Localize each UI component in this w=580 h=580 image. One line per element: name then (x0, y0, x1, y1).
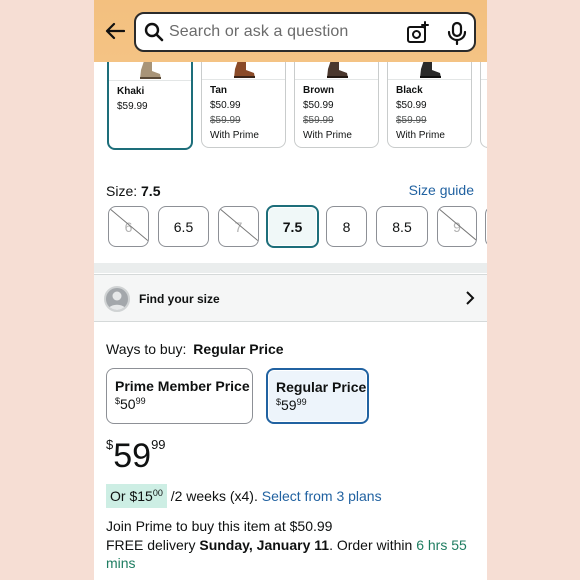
swatch-prime-note: With Prime (396, 130, 445, 141)
swatch-price: $50.99 (210, 100, 241, 111)
swatch-prime-note: With Prime (210, 130, 259, 141)
swatch-list-price: $59.99 (303, 115, 334, 126)
swatch-prime-note: With Prime (303, 130, 352, 141)
section-divider (94, 263, 487, 273)
find-your-size-label: Find your size (139, 292, 220, 306)
search-icon (144, 22, 164, 42)
find-your-size-row[interactable]: Find your size (94, 274, 487, 322)
option-title: Regular Price (276, 379, 367, 395)
boot-image (140, 61, 161, 79)
ways-selected-value: Regular Price (193, 341, 284, 357)
swatch-price: $50.99 (396, 100, 427, 111)
prime-member-price-option[interactable]: Prime Member Price $5099 (106, 368, 253, 424)
delivery-date: Sunday, January 11 (199, 537, 330, 553)
installment-suffix: /2 weeks (x4). (170, 488, 258, 504)
color-swatch-brown[interactable]: Brown $50.99 $59.99 With Prime (294, 50, 379, 148)
size-option-label: 6 (124, 218, 133, 235)
price-whole: 59 (113, 437, 152, 475)
size-selected-value: 7.5 (141, 183, 161, 199)
color-swatch-more[interactable] (480, 50, 487, 148)
price-fraction: 99 (151, 437, 166, 452)
installment-fraction: 00 (152, 488, 163, 498)
camera-icon[interactable] (406, 21, 430, 45)
size-label: Size: 7.5 (106, 183, 160, 199)
microphone-icon[interactable] (446, 21, 468, 45)
chevron-right-icon (466, 291, 475, 305)
option-price: $5099 (115, 396, 244, 412)
delivery-info: FREE delivery Sunday, January 11. Order … (106, 536, 478, 572)
swatch-name: Tan (210, 85, 228, 96)
installment-amount: Or $1500 (106, 484, 167, 508)
ways-label-text: Ways to buy: (106, 341, 187, 357)
person-icon (104, 286, 130, 312)
search-input[interactable]: Search or ask a question (169, 23, 348, 41)
swatch-list-price: $59.99 (210, 115, 241, 126)
select-plans-link[interactable]: Select from 3 plans (262, 488, 382, 504)
option-price-whole: 50 (120, 396, 136, 412)
search-header: Search or ask a question (94, 0, 487, 62)
delivery-prefix: FREE delivery (106, 537, 196, 553)
boot-image (419, 60, 441, 78)
size-option-label: 9 (453, 218, 461, 235)
swatch-list-price: $59.99 (396, 115, 427, 126)
size-option-9[interactable]: 9 (437, 206, 477, 247)
installment-prefix: Or $ (110, 488, 138, 504)
size-option-label: 7.5 (282, 218, 303, 235)
size-option-label: 8.5 (392, 218, 412, 235)
option-title: Prime Member Price (115, 378, 250, 394)
product-page: Khaki $59.99 Tan $50.99 $59.99 With Prim… (94, 0, 487, 580)
size-option-more[interactable] (485, 206, 487, 247)
size-option-label: 7 (234, 218, 243, 235)
regular-price-option[interactable]: Regular Price $5999 (266, 368, 369, 424)
size-guide-link[interactable]: Size guide (409, 182, 474, 198)
size-option-8[interactable]: 8 (326, 206, 367, 247)
delivery-middle: . Order within (329, 537, 413, 553)
color-swatch-tan[interactable]: Tan $50.99 $59.99 With Prime (201, 50, 286, 148)
size-option-7-5[interactable]: 7.5 (266, 205, 319, 248)
option-price: $5999 (276, 397, 359, 413)
size-option-8-5[interactable]: 8.5 (376, 206, 428, 247)
size-option-6-5[interactable]: 6.5 (158, 206, 209, 247)
back-arrow-icon[interactable] (102, 16, 128, 46)
current-price: $5999 (106, 437, 166, 477)
join-prime-text: Join Prime to buy this item at $50.99 (106, 518, 333, 534)
size-option-label: 8 (342, 218, 351, 235)
ways-to-buy-label: Ways to buy: Regular Price (106, 341, 284, 357)
option-price-fraction: 99 (135, 396, 146, 406)
swatch-price: $59.99 (117, 101, 148, 112)
swatch-price: $50.99 (303, 100, 334, 111)
size-label-text: Size: (106, 183, 138, 199)
color-swatch-black[interactable]: Black $50.99 $59.99 With Prime (387, 50, 472, 148)
boot-image (326, 60, 348, 78)
boot-image (233, 60, 255, 78)
installment-offer: Or $1500 /2 weeks (x4). Select from 3 pl… (106, 484, 382, 508)
swatch-name: Black (396, 85, 423, 96)
swatch-name: Khaki (117, 86, 145, 97)
swatch-name: Brown (303, 85, 335, 96)
installment-whole: 15 (137, 488, 153, 504)
option-price-whole: 59 (281, 397, 297, 413)
size-option-label: 6.5 (173, 218, 194, 235)
size-option-6[interactable]: 6 (108, 206, 149, 247)
size-option-7[interactable]: 7 (218, 206, 259, 247)
search-bar[interactable]: Search or ask a question (134, 12, 476, 52)
option-price-fraction: 99 (296, 397, 307, 407)
color-swatch-khaki[interactable]: Khaki $59.99 (107, 50, 193, 150)
